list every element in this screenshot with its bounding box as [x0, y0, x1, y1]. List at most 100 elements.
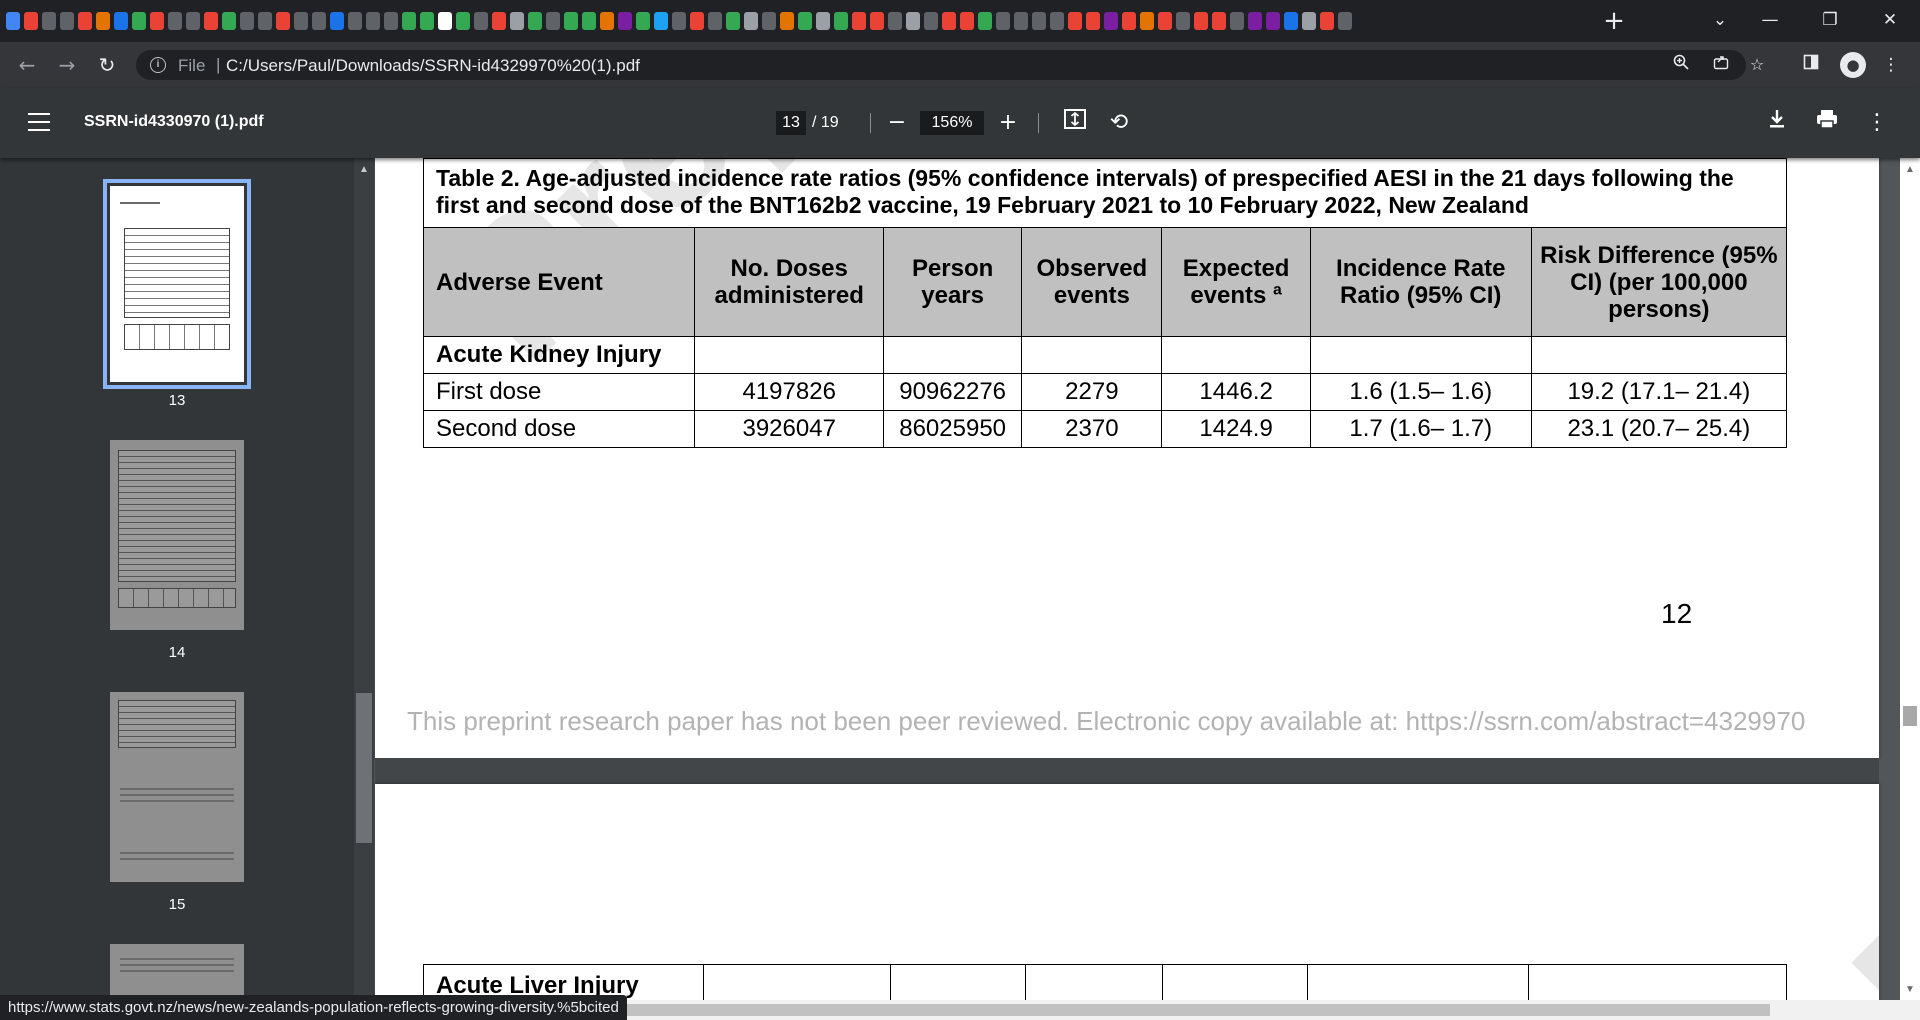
tab-favicon-icon[interactable]	[456, 12, 470, 30]
tab-favicon-icon[interactable]	[924, 12, 938, 30]
sidebar-scrollbar[interactable]: ▲	[354, 158, 374, 1000]
fit-to-page-icon[interactable]	[1060, 108, 1090, 138]
scrollbar-thumb[interactable]	[1903, 706, 1917, 726]
browser-menu-icon[interactable]: ⋮	[1876, 50, 1906, 80]
tab-favicon-icon[interactable]	[150, 12, 164, 30]
thumbnail-page-16[interactable]	[110, 944, 244, 1000]
tab-favicon-icon[interactable]	[438, 12, 452, 30]
zoom-in-button[interactable]: +	[993, 108, 1023, 138]
tab-favicon-icon[interactable]	[600, 12, 614, 30]
tab-favicon-icon[interactable]	[186, 12, 200, 30]
tab-favicon-icon[interactable]	[1320, 12, 1334, 30]
tab-favicon-icon[interactable]	[510, 12, 524, 30]
forward-button[interactable]: →	[52, 50, 82, 80]
tab-favicon-icon[interactable]	[762, 12, 776, 30]
more-actions-icon[interactable]: ⋮	[1862, 108, 1892, 138]
scrollbar-thumb[interactable]	[356, 693, 372, 843]
tab-favicon-icon[interactable]	[258, 12, 272, 30]
tab-favicon-icon[interactable]	[780, 12, 794, 30]
tab-favicon-icon[interactable]	[204, 12, 218, 30]
tab-favicon-icon[interactable]	[222, 12, 236, 30]
tab-favicon-icon[interactable]	[1068, 12, 1082, 30]
tab-favicon-icon[interactable]	[1176, 12, 1190, 30]
tab-favicon-icon[interactable]	[942, 12, 956, 30]
new-tab-button[interactable]: +	[1598, 5, 1630, 37]
scrollbar-thumb[interactable]	[610, 1004, 1770, 1016]
tab-favicon-icon[interactable]	[1230, 12, 1244, 30]
tab-favicon-icon[interactable]	[294, 12, 308, 30]
address-bar[interactable]: i File | C:/Users/Paul/Downloads/SSRN-id…	[136, 50, 1764, 80]
restore-button[interactable]: ❐	[1800, 0, 1860, 42]
tab-favicon-icon[interactable]	[42, 12, 56, 30]
side-panel-icon[interactable]	[1796, 50, 1826, 80]
page-number-input[interactable]: 13	[776, 111, 806, 135]
tab-favicon-icon[interactable]	[798, 12, 812, 30]
tab-favicon-icon[interactable]	[132, 12, 146, 30]
sidebar-menu-icon[interactable]	[28, 113, 50, 133]
tab-favicon-icon[interactable]	[1140, 12, 1154, 30]
tab-favicon-icon[interactable]	[168, 12, 182, 30]
tab-favicon-icon[interactable]	[1194, 12, 1208, 30]
close-window-button[interactable]: ✕	[1860, 0, 1920, 42]
print-icon[interactable]	[1812, 108, 1842, 138]
share-icon[interactable]	[1706, 50, 1736, 80]
tab-favicon-icon[interactable]	[1122, 12, 1136, 30]
profile-avatar-icon[interactable]: ●	[1840, 52, 1866, 78]
tab-favicon-icon[interactable]	[852, 12, 866, 30]
tab-favicon-icon[interactable]	[60, 12, 74, 30]
tab-favicon-icon[interactable]	[582, 12, 596, 30]
tab-favicon-icon[interactable]	[276, 12, 290, 30]
download-icon[interactable]	[1762, 108, 1792, 138]
tab-favicon-icon[interactable]	[348, 12, 362, 30]
bookmark-star-icon[interactable]: ☆	[1742, 50, 1772, 80]
thumbnail-page-13[interactable]	[103, 179, 251, 389]
tab-favicon-icon[interactable]	[1032, 12, 1046, 30]
tab-favicon-icon[interactable]	[78, 12, 92, 30]
tab-favicon-icon[interactable]	[546, 12, 560, 30]
tab-favicon-icon[interactable]	[96, 12, 110, 30]
scroll-up-arrow-icon[interactable]: ▲	[359, 164, 369, 175]
tab-favicon-icon[interactable]	[618, 12, 632, 30]
tab-favicon-icon[interactable]	[6, 12, 20, 30]
zoom-input[interactable]: 156%	[920, 111, 984, 135]
tab-favicon-icon[interactable]	[528, 12, 542, 30]
tab-favicon-icon[interactable]	[654, 12, 668, 30]
site-info-icon[interactable]: i	[150, 57, 166, 73]
back-button[interactable]: ←	[12, 50, 42, 80]
tab-favicon-icon[interactable]	[960, 12, 974, 30]
zoom-out-button[interactable]: −	[882, 108, 912, 138]
tab-favicon-icon[interactable]	[1014, 12, 1028, 30]
url-text[interactable]: C:/Users/Paul/Downloads/SSRN-id4329970%2…	[226, 56, 640, 76]
tab-favicon-icon[interactable]	[492, 12, 506, 30]
tab-favicon-icon[interactable]	[1266, 12, 1280, 30]
tab-favicon-icon[interactable]	[834, 12, 848, 30]
tab-favicon-icon[interactable]	[24, 12, 38, 30]
thumbnail-page-15[interactable]	[110, 692, 244, 882]
tab-favicon-icon[interactable]	[1212, 12, 1226, 30]
tab-favicon-icon[interactable]	[978, 12, 992, 30]
tab-favicon-icon[interactable]	[1104, 12, 1118, 30]
tab-favicon-icon[interactable]	[672, 12, 686, 30]
zoom-icon[interactable]	[1666, 50, 1696, 80]
tab-favicon-icon[interactable]	[816, 12, 830, 30]
scroll-up-arrow-icon[interactable]: ▲	[1905, 164, 1915, 175]
tab-favicon-icon[interactable]	[1248, 12, 1262, 30]
tab-favicon-icon[interactable]	[564, 12, 578, 30]
tab-favicon-icon[interactable]	[888, 12, 902, 30]
tab-favicon-icon[interactable]	[1284, 12, 1298, 30]
scroll-down-arrow-icon[interactable]: ▼	[1905, 984, 1915, 995]
tab-favicons[interactable]	[6, 9, 1546, 33]
tab-favicon-icon[interactable]	[330, 12, 344, 30]
tab-favicon-icon[interactable]	[1086, 12, 1100, 30]
tab-favicon-icon[interactable]	[1302, 12, 1316, 30]
tab-favicon-icon[interactable]	[906, 12, 920, 30]
tab-favicon-icon[interactable]	[1158, 12, 1172, 30]
tab-favicon-icon[interactable]	[312, 12, 326, 30]
tab-favicon-icon[interactable]	[384, 12, 398, 30]
tab-favicon-icon[interactable]	[1050, 12, 1064, 30]
pdf-viewport[interactable]: Preprint Table 2. Age-adjusted incidence…	[354, 158, 1920, 1000]
tab-favicon-icon[interactable]	[870, 12, 884, 30]
thumbnail-page-14[interactable]	[110, 440, 244, 630]
tab-favicon-icon[interactable]	[366, 12, 380, 30]
tab-favicon-icon[interactable]	[402, 12, 416, 30]
